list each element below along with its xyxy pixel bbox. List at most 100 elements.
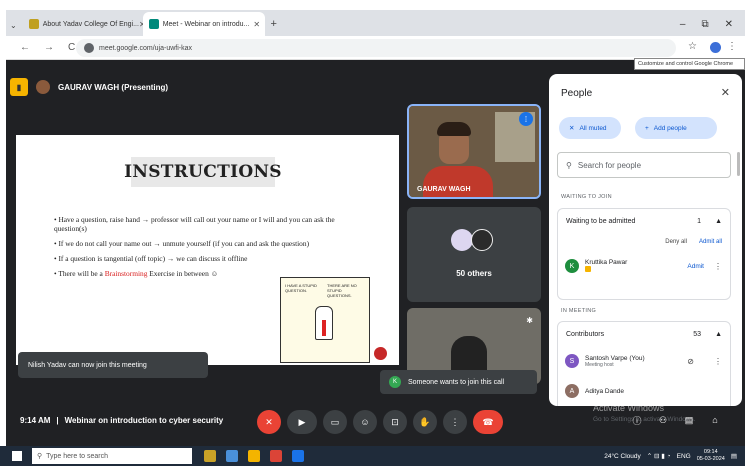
people-icon[interactable]: ⚇ [656,413,670,427]
restore-button[interactable]: ⧉ [701,19,708,30]
speaking-icon: ⁞ [519,112,533,126]
tab-search-icon[interactable]: ⌄ [6,21,23,36]
close-icon[interactable]: ✕ [253,20,260,29]
close-window-button[interactable]: ✕ [725,19,733,30]
camera-toggle-button[interactable]: ▶ [287,410,317,434]
search-icon: ⚲ [566,160,572,170]
present-button[interactable]: ⊡ [383,410,407,434]
admit-button[interactable]: Admit [687,263,704,270]
taskbar-clock[interactable]: 09:14 05-03-2024 [697,449,725,463]
tray-icons[interactable]: ⌃ ⊟ ▮ ◔ [647,452,671,460]
reload-icon[interactable]: C [68,42,75,53]
call-controls: ✕ ▶ ▭ ☺ ⊡ ✋ ⋮ ☎ [257,410,503,434]
people-search-input[interactable]: ⚲ Search for people [557,152,731,178]
mic-off-icon[interactable]: ⊘ [687,357,694,366]
contributors-box: Contributors 53 ▲ S Santosh Varpe (You) … [557,321,731,406]
screen: ⌄ About Yadav College Of Engi... ✕ Meet … [0,0,745,466]
member-row: A Aditya Dande [558,376,730,406]
join-request-text: Someone wants to join this call [408,378,505,386]
contributors-label: Contributors [566,330,605,338]
forward-icon[interactable]: → [44,42,54,53]
emoji-button[interactable]: ☺ [353,410,377,434]
more-options-icon[interactable]: ⋮ [714,357,722,366]
brainstorming-word: Brainstorming [104,269,148,278]
recording-dot-icon [374,347,387,360]
chevron-up-icon: ▲ [715,330,722,338]
menu-dots-icon[interactable]: ⋮ [727,41,737,52]
url-text: meet.google.com/uja-uwfi-kax [99,44,192,52]
url-field[interactable]: meet.google.com/uja-uwfi-kax [76,39,676,57]
panel-scrollbar[interactable] [737,152,740,176]
info-icon[interactable]: ⓘ [630,413,644,427]
new-tab-button[interactable]: + [265,12,283,36]
join-request-notification[interactable]: K Someone wants to join this call [380,370,537,394]
avatar: K [389,376,401,388]
meet-logo-icon: ▮ [10,78,28,96]
member-row: S Santosh Varpe (You) Meeting host ⊘ ⋮ [558,346,730,376]
presenter-label: GAURAV WAGH (Presenting) [58,82,169,92]
word-icon[interactable] [292,450,304,462]
side-controls: ⓘ ⚇ ▤ ⌂ [630,413,722,427]
tab-meet[interactable]: Meet - Webinar on introdu... ✕ [142,12,265,36]
add-people-button[interactable]: + Add people [635,117,717,139]
tile-name: GAURAV WAGH [417,186,471,193]
panel-title: People [561,88,593,99]
taskbar-search-input[interactable]: ⚲ Type here to search [32,448,192,464]
participant-tile-gaurav[interactable]: ⁞ GAURAV WAGH [407,104,541,199]
end-call-button[interactable]: ☎ [473,410,503,434]
folder-icon[interactable] [248,450,260,462]
file-explorer-icon[interactable] [226,450,238,462]
chrome-icon[interactable] [270,450,282,462]
comic-strip-image: I HAVE A STUPID QUESTION. THERE ARE NO S… [280,277,370,363]
bullet-text: Exercise in between ☺ [147,269,219,278]
bullet-item: Have a question, raise hand → professor … [54,215,364,233]
waiting-section-label: WAITING TO JOIN [561,194,612,200]
clock-time: 09:14 [703,449,718,455]
captions-button[interactable]: ▭ [323,410,347,434]
bullet-item: If a question is tangential (off topic) … [54,254,364,263]
raise-hand-button[interactable]: ✋ [413,410,437,434]
deny-all-button[interactable]: Deny all [665,239,687,245]
more-options-button[interactable]: ⋮ [443,410,467,434]
search-icon: ⚲ [37,453,43,460]
video-person-body [423,166,493,197]
windows-start-icon[interactable] [12,451,22,461]
member-info: Santosh Varpe (You) Meeting host [585,355,645,368]
chat-icon[interactable]: ▤ [682,413,696,427]
notifications-icon[interactable]: ▤ [731,452,737,460]
close-panel-button[interactable]: ✕ [721,86,730,99]
back-icon[interactable]: ← [20,42,30,53]
bullet-item: If we do not call your name out → unmute… [54,239,364,248]
waiting-count: 1 [697,217,702,225]
tab-college[interactable]: About Yadav College Of Engi... ✕ [23,12,143,36]
task-view-icon[interactable] [204,450,216,462]
waiting-header[interactable]: Waiting to be admitted 1 ▲ [558,209,730,233]
tab-label: Meet - Webinar on introdu... [162,20,250,28]
comic-left-text: I HAVE A STUPID QUESTION. [285,283,317,293]
comic-right-text: THERE ARE NO STUPID QUESTIONS. [327,283,357,298]
more-options-icon[interactable]: ⋮ [714,262,722,271]
weather-text[interactable]: 24°C Cloudy [604,453,641,460]
mic-toggle-button[interactable]: ✕ [257,410,281,434]
member-name: Santosh Varpe (You) [585,354,645,362]
participant-tile-others[interactable]: 50 others [407,207,541,302]
contributors-header[interactable]: Contributors 53 ▲ [558,322,730,346]
bookmark-star-icon[interactable]: ☆ [688,41,697,52]
slide-bullets: Have a question, raise hand → professor … [54,215,364,284]
separator: | [56,416,59,425]
people-panel: People ✕ ✕ All muted + Add people ⚲ Sear… [549,74,742,406]
browser-tab-bar: ⌄ About Yadav College Of Engi... ✕ Meet … [6,10,745,36]
activities-icon[interactable]: ⌂ [708,413,722,427]
admit-all-button[interactable]: Admit all [699,239,722,245]
video-person-hair [437,122,471,136]
profile-icon[interactable] [710,42,721,53]
bullet-text: There will be a [58,269,105,278]
all-muted-button[interactable]: ✕ All muted [559,117,621,139]
presented-slide: INSTRUCTIONS Have a question, raise hand… [16,135,399,365]
join-notification: Nilish Yadav can now join this meeting [18,352,208,378]
minimize-button[interactable]: – [680,19,686,30]
site-info-icon[interactable] [84,43,94,53]
chevron-up-icon: ▲ [715,217,722,225]
meeting-time: 9:14 AM [20,416,51,425]
language-indicator[interactable]: ENG [677,453,691,460]
